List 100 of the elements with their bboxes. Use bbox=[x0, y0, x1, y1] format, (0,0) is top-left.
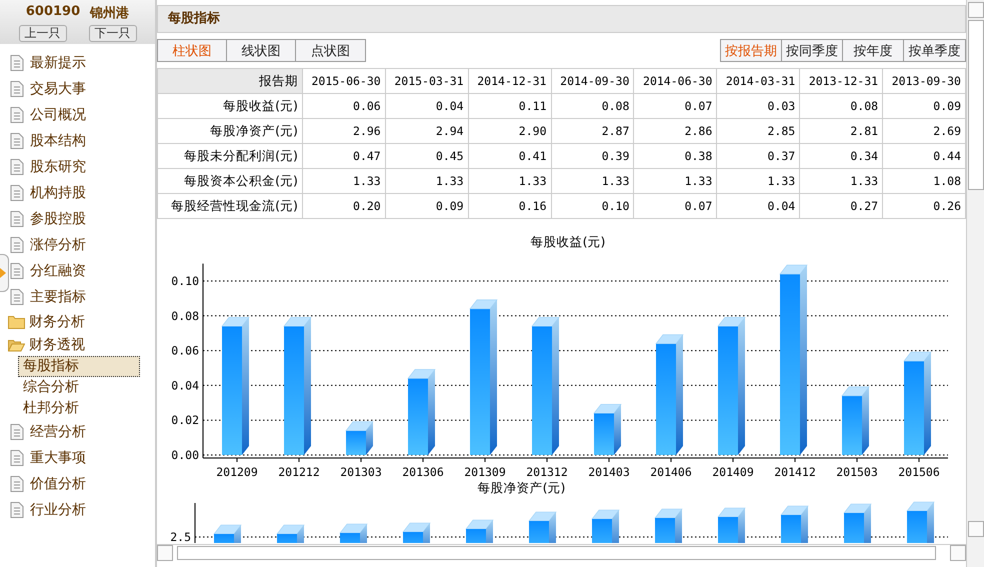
table-cell: 0.04 bbox=[716, 194, 800, 218]
sidebar-item[interactable]: 公司概况 bbox=[30, 106, 86, 124]
bar bbox=[339, 524, 368, 543]
column-header: 2013-09-30 bbox=[882, 68, 966, 94]
table-cell: 0.27 bbox=[800, 194, 883, 218]
period-tab[interactable]: 按年度 bbox=[843, 40, 904, 61]
x-tick-label: 201212 bbox=[278, 465, 320, 478]
sidebar-item[interactable]: 经营分析 bbox=[30, 423, 86, 441]
bar bbox=[843, 504, 872, 543]
sidebar-item[interactable]: 行业分析 bbox=[30, 501, 86, 519]
table-cell: 1.33 bbox=[716, 168, 800, 194]
period-tab[interactable]: 按单季度 bbox=[904, 40, 965, 61]
table-cell: 0.41 bbox=[468, 144, 551, 168]
table-cell: 2.81 bbox=[800, 118, 883, 144]
sidebar-item[interactable]: 股东研究 bbox=[30, 158, 86, 176]
table-cell: 0.37 bbox=[716, 144, 800, 168]
table-cell: 0.38 bbox=[634, 144, 717, 168]
document-icon bbox=[10, 185, 24, 201]
header-cell: 报告期 bbox=[158, 68, 302, 94]
sidebar-item[interactable]: 参股控股 bbox=[30, 210, 86, 228]
stock-name: 锦州港 bbox=[90, 5, 130, 22]
x-tick-label: 201309 bbox=[464, 465, 506, 478]
scroll-right-button[interactable] bbox=[950, 545, 966, 561]
bar bbox=[906, 502, 935, 543]
scrollbar-thumb[interactable] bbox=[968, 20, 984, 190]
row-label: 每股资本公积金(元) bbox=[158, 168, 302, 194]
document-icon bbox=[10, 502, 24, 518]
column-header: 2014-03-31 bbox=[716, 68, 800, 94]
table-cell: 0.16 bbox=[468, 194, 551, 218]
table-cell: 1.33 bbox=[634, 168, 717, 194]
bar bbox=[654, 508, 683, 543]
sidebar-folder[interactable]: 财务透视 bbox=[29, 336, 85, 354]
document-icon bbox=[10, 476, 24, 492]
x-tick-label: 201312 bbox=[526, 465, 568, 478]
table-cell: 0.45 bbox=[385, 144, 468, 168]
table-cell: 2.86 bbox=[634, 118, 717, 144]
sidebar-item[interactable]: 股本结构 bbox=[30, 132, 86, 150]
column-header: 2014-12-31 bbox=[468, 68, 551, 94]
scroll-down-button[interactable] bbox=[968, 521, 984, 537]
row-label: 每股经营性现金流(元) bbox=[158, 194, 302, 218]
table-cell: 0.39 bbox=[551, 144, 634, 168]
bar bbox=[591, 510, 620, 543]
nav-button[interactable]: 下一只 bbox=[88, 25, 136, 42]
table-cell: 0.10 bbox=[551, 194, 634, 218]
stock-code: 600190 bbox=[26, 4, 80, 21]
sidebar-item[interactable]: 最新提示 bbox=[30, 54, 86, 72]
sidebar-item[interactable]: 机构持股 bbox=[30, 184, 86, 202]
bar bbox=[276, 524, 305, 543]
y-tick-label: 0.08 bbox=[171, 308, 199, 323]
column-header: 2015-06-30 bbox=[302, 68, 386, 94]
table-cell: 0.47 bbox=[302, 144, 386, 168]
y-tick-label: 0.04 bbox=[171, 378, 199, 392]
x-tick-label: 201503 bbox=[836, 465, 878, 478]
bar bbox=[717, 508, 746, 543]
sidebar-folder[interactable]: 财务分析 bbox=[29, 312, 85, 330]
x-tick-label: 201409 bbox=[712, 465, 754, 478]
bar bbox=[213, 524, 242, 543]
document-icon bbox=[10, 211, 24, 227]
table-cell: 0.08 bbox=[800, 94, 883, 118]
document-icon bbox=[10, 263, 24, 279]
sidebar-item[interactable]: 交易大事 bbox=[30, 80, 86, 98]
chart-title: 每股净资产(元) bbox=[478, 480, 566, 497]
column-header: 2014-09-30 bbox=[551, 68, 634, 94]
chart-type-tab[interactable]: 柱状图 bbox=[158, 40, 227, 61]
sidebar-subitem[interactable]: 每股指标 bbox=[18, 356, 140, 377]
sidebar-item[interactable]: 涨停分析 bbox=[30, 236, 86, 254]
table-cell: 1.33 bbox=[468, 168, 551, 194]
nav-button[interactable]: 上一只 bbox=[18, 25, 66, 42]
document-icon bbox=[10, 289, 24, 305]
document-icon bbox=[10, 237, 24, 253]
horizontal-scrollbar[interactable] bbox=[177, 546, 936, 560]
y-tick-label: 0.10 bbox=[171, 274, 199, 288]
sidebar-subitem[interactable]: 杜邦分析 bbox=[18, 398, 140, 419]
table-cell: 2.94 bbox=[385, 118, 468, 144]
sidebar-item[interactable]: 价值分析 bbox=[30, 475, 86, 493]
sidebar-item[interactable]: 分红融资 bbox=[30, 262, 86, 280]
chart-type-tab[interactable]: 线状图 bbox=[227, 40, 296, 61]
column-header: 2015-03-31 bbox=[385, 68, 468, 94]
y-tick-label: 0.06 bbox=[171, 344, 199, 358]
sidebar-subitem[interactable]: 综合分析 bbox=[18, 377, 140, 398]
scroll-left-button[interactable] bbox=[157, 545, 173, 561]
bar bbox=[465, 520, 494, 543]
scroll-up-button[interactable] bbox=[968, 2, 984, 18]
table-cell: 2.85 bbox=[716, 118, 800, 144]
sidebar-item[interactable]: 重大事项 bbox=[30, 449, 86, 467]
sidebar-item[interactable]: 主要指标 bbox=[30, 288, 86, 306]
table-cell: 1.33 bbox=[385, 168, 468, 194]
panel-title: 每股指标 bbox=[157, 5, 966, 33]
period-tab[interactable]: 按同季度 bbox=[782, 40, 843, 61]
table-cell: 0.11 bbox=[468, 94, 551, 118]
table-cell: 0.06 bbox=[302, 94, 386, 118]
column-header: 2013-12-31 bbox=[800, 68, 883, 94]
table-cell: 0.03 bbox=[716, 94, 800, 118]
table-cell: 0.07 bbox=[634, 94, 717, 118]
x-tick-label: 201303 bbox=[340, 465, 382, 478]
collapse-handle[interactable] bbox=[0, 254, 9, 292]
x-tick-label: 201406 bbox=[650, 465, 692, 478]
period-tab[interactable]: 按报告期 bbox=[721, 40, 782, 61]
chart-type-tab[interactable]: 点状图 bbox=[296, 40, 365, 61]
table-cell: 0.04 bbox=[385, 94, 468, 118]
